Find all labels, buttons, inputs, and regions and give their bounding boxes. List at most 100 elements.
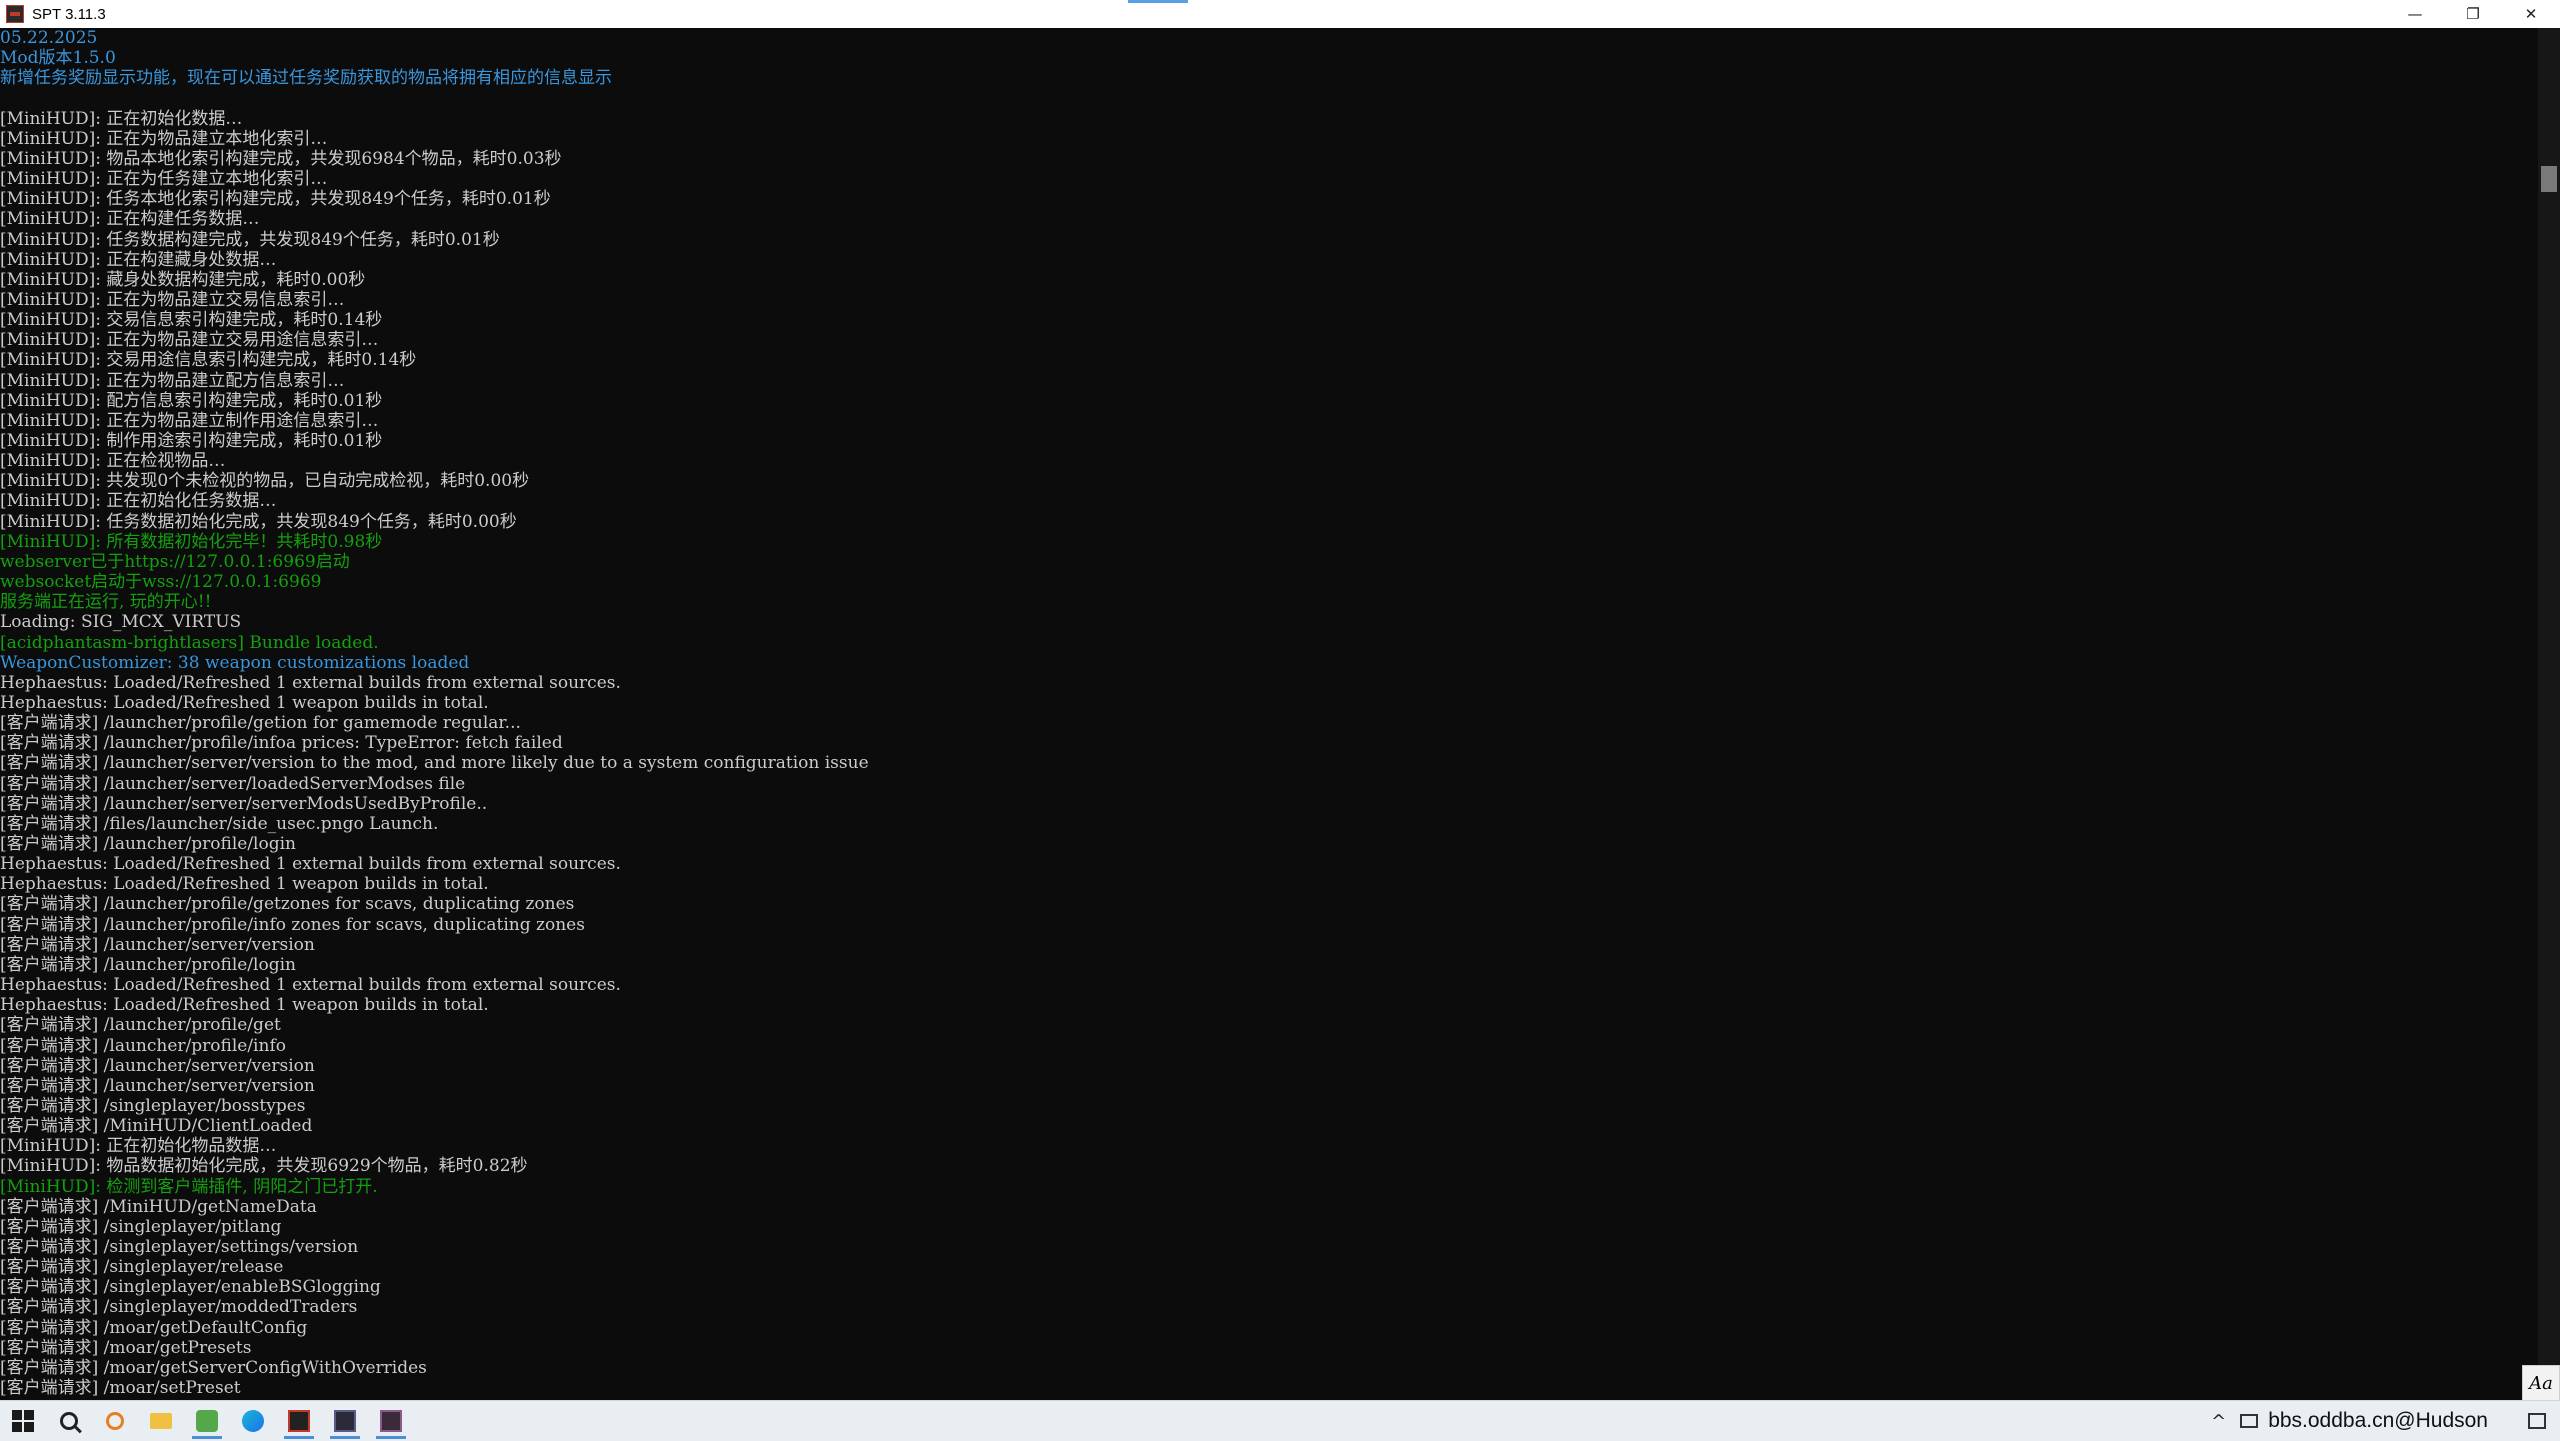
console-line: [客户端请求] /launcher/profile/login — [0, 954, 296, 975]
game-app[interactable] — [368, 1401, 414, 1441]
start-button[interactable] — [0, 1401, 46, 1441]
spt-server-app[interactable] — [276, 1401, 322, 1441]
console-line: [MiniHUD]: 正在为物品建立交易信息索引… — [0, 289, 345, 310]
everything-search-icon — [106, 1412, 124, 1430]
console-line: [MiniHUD]: 正在为物品建立制作用途信息索引… — [0, 410, 379, 431]
notification-icon[interactable] — [2528, 1413, 2546, 1429]
console-line: [客户端请求] /singleplayer/settings/version — [0, 1237, 359, 1257]
green-app[interactable] — [184, 1401, 230, 1441]
taskbar: ^ bbs.oddba.cn@Hudson — [0, 1400, 2560, 1441]
everything-app[interactable] — [92, 1401, 138, 1441]
spt-app-icon — [6, 5, 24, 23]
console-line: [MiniHUD]: 交易信息索引构建完成，耗时0.14秒 — [0, 310, 383, 331]
console-line: [客户端请求] /singleplayer/bosstypes — [0, 1095, 306, 1116]
close-button[interactable]: ✕ — [2502, 0, 2560, 28]
console-line: Mod版本1.5.0 — [0, 48, 116, 69]
console-line: Hephaestus: Loaded/Refreshed 1 weapon bu… — [0, 874, 489, 895]
windows-logo-icon — [12, 1410, 34, 1432]
console-line: Hephaestus: Loaded/Refreshed 1 external … — [0, 854, 621, 875]
maximize-button[interactable]: ❐ — [2444, 0, 2502, 28]
console-line: [MiniHUD]: 检测到客户端插件, 阴阳之门已打开. — [0, 1176, 378, 1197]
console-line: [MiniHUD]: 物品本地化索引构建完成，共发现6984个物品，耗时0.03… — [0, 148, 562, 169]
console-line: [客户端请求] /files/launcher/side_usec.pngo L… — [0, 813, 439, 834]
console-line: [客户端请求] /MiniHUD/getNameData — [0, 1196, 317, 1217]
edge-browser-icon — [242, 1410, 264, 1432]
console-scrollbar[interactable] — [2538, 28, 2560, 1400]
watermark-text: bbs.oddba.cn@Hudson — [2268, 1409, 2488, 1432]
console-line: [客户端请求] /launcher/server/version — [0, 1055, 315, 1076]
console-line: [MiniHUD]: 制作用途索引构建完成，耗时0.01秒 — [0, 431, 383, 451]
console-line: [客户端请求] /MiniHUD/ClientLoaded — [0, 1116, 313, 1137]
console-line: [MiniHUD]: 所有数据初始化完毕！共耗时0.98秒 — [0, 531, 383, 552]
console-line: [客户端请求] /launcher/profile/get — [0, 1015, 281, 1036]
title-accent-bar — [1128, 0, 1188, 3]
console-line: WeaponCustomizer: 38 weapon customizatio… — [0, 652, 470, 673]
console-line: Hephaestus: Loaded/Refreshed 1 weapon bu… — [0, 692, 489, 713]
folder-icon — [150, 1413, 172, 1429]
console-line: [MiniHUD]: 正在为物品建立配方信息索引… — [0, 370, 345, 391]
console-line: [客户端请求] /launcher/server/loadedServerMod… — [0, 773, 466, 794]
minimize-button[interactable]: — — [2386, 0, 2444, 28]
file-explorer-app[interactable] — [138, 1401, 184, 1441]
console-line: [客户端请求] /launcher/profile/getion for gam… — [0, 713, 521, 734]
console-line: [MiniHUD]: 正在构建藏身处数据… — [0, 249, 277, 270]
console-line: [客户端请求] /launcher/profile/info — [0, 1035, 286, 1056]
system-tray: ^ bbs.oddba.cn@Hudson — [2211, 1401, 2560, 1441]
console-line: [MiniHUD]: 配方信息索引构建完成，耗时0.01秒 — [0, 390, 383, 411]
window-controls: — ❐ ✕ — [2386, 0, 2560, 28]
edge-app[interactable] — [230, 1401, 276, 1441]
console-line: 服务端正在运行, 玩的开心!! — [0, 592, 212, 613]
console-line: [MiniHUD]: 正在为物品建立交易用途信息索引… — [0, 330, 379, 351]
network-icon[interactable] — [2240, 1414, 2259, 1428]
console-line: Hephaestus: Loaded/Refreshed 1 external … — [0, 975, 621, 996]
game-icon — [380, 1410, 402, 1432]
console-line: Loading: SIG_MCX_VIRTUS — [0, 612, 242, 633]
console-line: 新增任务奖励显示功能，现在可以通过任务奖励获取的物品将拥有相应的信息显示 — [0, 68, 612, 89]
console-line: [客户端请求] /singleplayer/release — [0, 1257, 284, 1278]
scrollbar-thumb[interactable] — [2541, 166, 2557, 192]
console-line: [客户端请求] /launcher/profile/getzones for s… — [0, 894, 575, 915]
console-line: [MiniHUD]: 正在为任务建立本地化索引… — [0, 169, 328, 190]
console-line: [客户端请求] /launcher/server/version — [0, 1075, 315, 1096]
console-line: [客户端请求] /moar/setPreset — [0, 1378, 241, 1399]
console-line: 05.22.2025 — [0, 28, 98, 48]
console-line: [MiniHUD]: 正在为物品建立本地化索引… — [0, 128, 328, 149]
search-button[interactable] — [46, 1401, 92, 1441]
console-line: [客户端请求] /launcher/server/version to the … — [0, 753, 869, 774]
console-output[interactable]: 05.22.2025 Mod版本1.5.0 新增任务奖励显示功能，现在可以通过任务奖… — [0, 28, 2538, 1400]
console-line: [客户端请求] /singleplayer/enableBSGlogging — [0, 1277, 381, 1298]
console-line: [acidphantasm-brightlasers] Bundle loade… — [0, 632, 379, 653]
console-line: Hephaestus: Loaded/Refreshed 1 external … — [0, 672, 621, 693]
console-line: [客户端请求] /launcher/profile/info zones for… — [0, 914, 585, 935]
console-line: [MiniHUD]: 任务本地化索引构建完成，共发现849个任务，耗时0.01秒 — [0, 189, 551, 210]
spt-icon — [288, 1410, 310, 1432]
spt-launcher-icon — [334, 1410, 356, 1432]
console-line: [客户端请求] /launcher/profile/login — [0, 834, 296, 854]
console-line: [客户端请求] /moar/getPresets — [0, 1337, 252, 1358]
tray-chevron-icon[interactable]: ^ — [2211, 1411, 2226, 1432]
window-title: SPT 3.11.3 — [32, 5, 106, 23]
console-line: [MiniHUD]: 藏身处数据构建完成，耗时0.00秒 — [0, 269, 366, 290]
console-line: [MiniHUD]: 共发现0个未检视的物品，已自动完成检视，耗时0.00秒 — [0, 471, 530, 492]
console-line: [客户端请求] /moar/getServerConfigWithOverrid… — [0, 1357, 427, 1378]
console-line: websocket启动于wss://127.0.0.1:6969 — [0, 572, 322, 593]
console-line: [MiniHUD]: 交易用途信息索引构建完成，耗时0.14秒 — [0, 350, 417, 371]
console-line: webserver已于https://127.0.0.1:6969启动 — [0, 551, 350, 572]
console-line: [客户端请求] /singleplayer/moddedTraders — [0, 1297, 358, 1318]
console-line: [客户端请求] /singleplayer/pitlang — [0, 1216, 282, 1237]
window-titlebar[interactable]: SPT 3.11.3 — ❐ ✕ — [0, 0, 2560, 29]
console-line: [MiniHUD]: 正在初始化物品数据… — [0, 1136, 277, 1157]
console-line: [客户端请求] /launcher/profile/infoa prices: … — [0, 733, 563, 754]
console-line: [MiniHUD]: 物品数据初始化完成，共发现6929个物品，耗时0.82秒 — [0, 1156, 528, 1177]
console-line: [MiniHUD]: 正在构建任务数据… — [0, 209, 260, 230]
spt-launcher-app[interactable] — [322, 1401, 368, 1441]
console-line: [MiniHUD]: 正在检视物品… — [0, 451, 226, 472]
font-size-toggle[interactable]: Aa — [2522, 1365, 2560, 1401]
console-line: [MiniHUD]: 任务数据初始化完成，共发现849个任务，耗时0.00秒 — [0, 511, 517, 532]
console-line: [客户端请求] /launcher/server/version — [0, 934, 315, 955]
search-icon — [60, 1412, 78, 1430]
app-icon — [196, 1410, 218, 1432]
console-line: [MiniHUD]: 正在初始化任务数据… — [0, 491, 277, 512]
console-line: Hephaestus: Loaded/Refreshed 1 weapon bu… — [0, 995, 489, 1016]
console-line: [客户端请求] /moar/getDefaultConfig — [0, 1317, 308, 1338]
